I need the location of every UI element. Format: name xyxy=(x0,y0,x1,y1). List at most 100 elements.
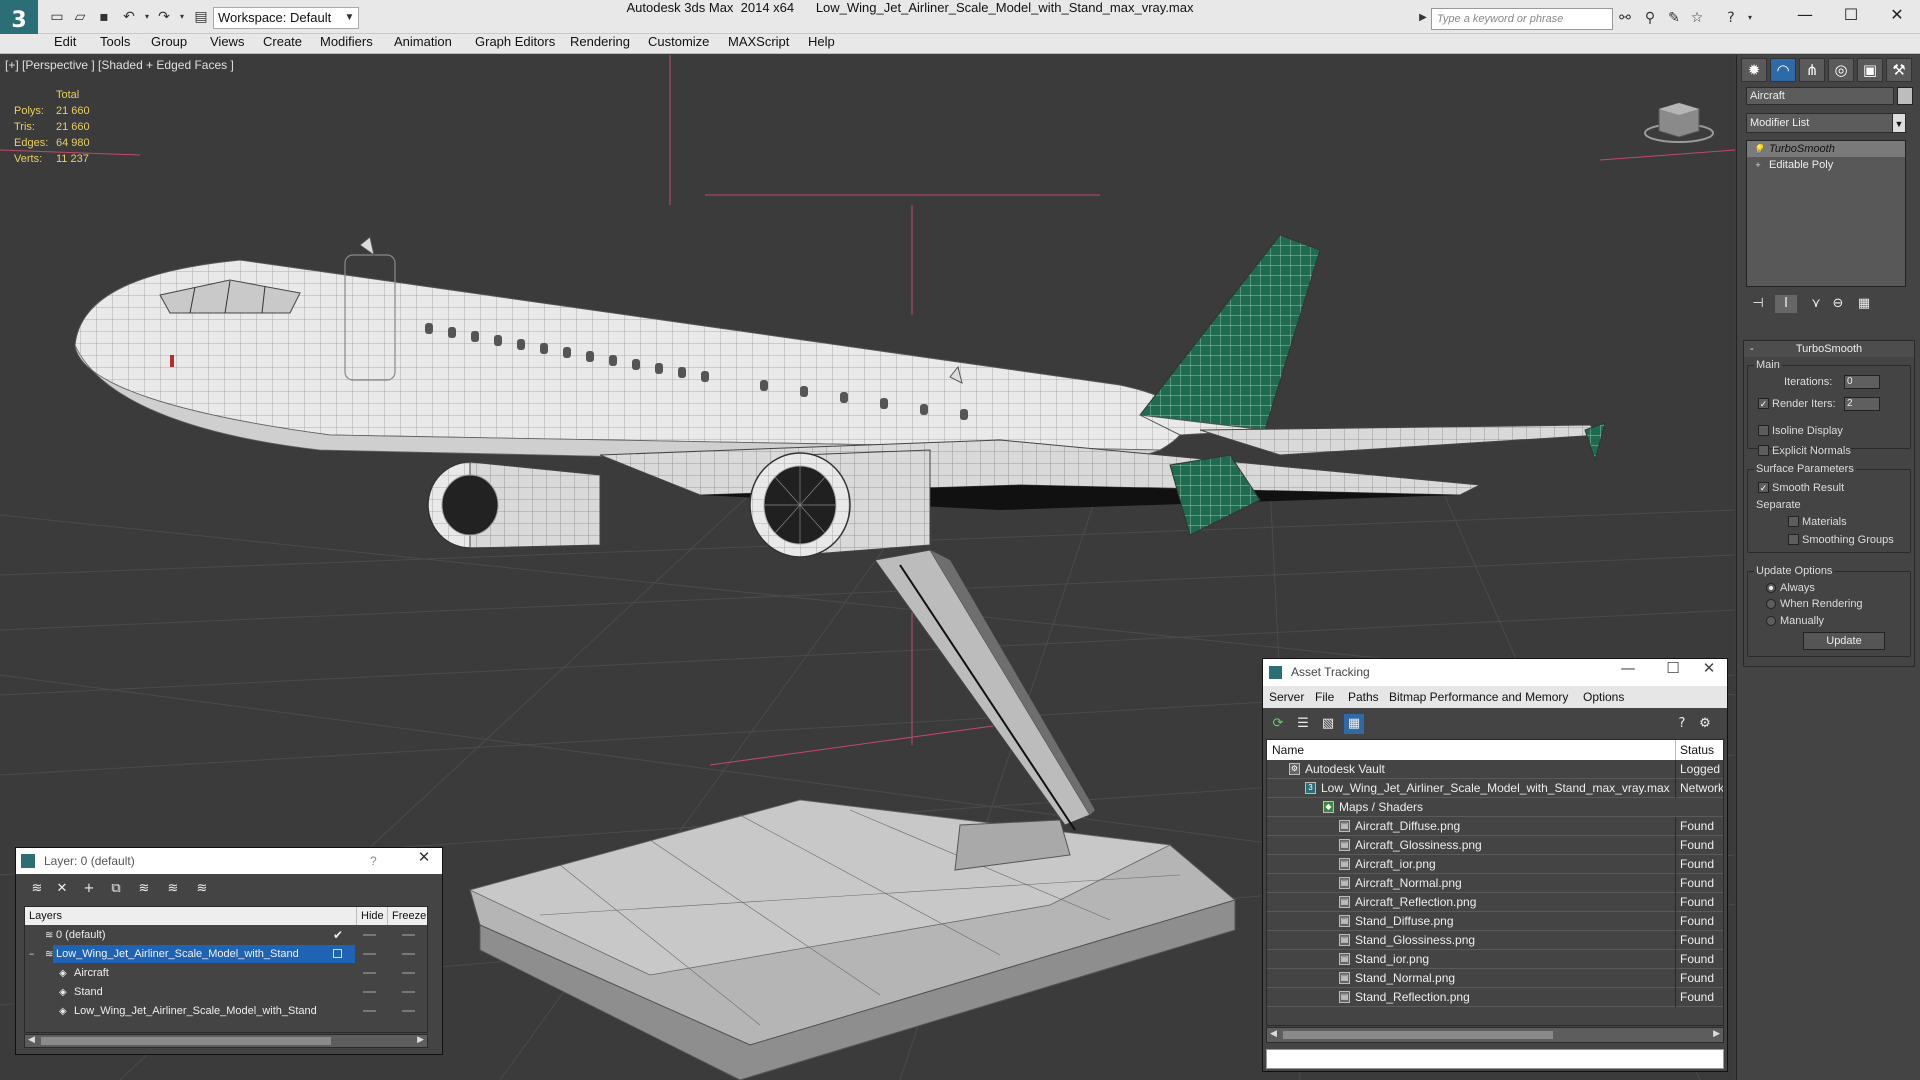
minimize-icon[interactable]: — xyxy=(1613,659,1643,677)
help-icon[interactable]: ? xyxy=(370,848,377,874)
freeze-toggle[interactable] xyxy=(402,953,415,955)
object-name-field[interactable]: Aircraft xyxy=(1746,87,1894,105)
subscription-key-icon[interactable]: ⚲ xyxy=(1641,9,1659,27)
scroll-right-icon[interactable]: ▶ xyxy=(1713,1028,1720,1039)
asset-row[interactable]: ▤ Stand_ior.png Found xyxy=(1267,950,1723,969)
menu-modifiers[interactable]: Modifiers xyxy=(320,34,373,54)
smoothing-groups-checkbox[interactable] xyxy=(1788,534,1799,545)
collapse-icon[interactable]: - xyxy=(1750,341,1754,357)
help-dropdown-icon[interactable]: ▾ xyxy=(1741,9,1759,27)
menu-graph-editors[interactable]: Graph Editors xyxy=(475,34,555,54)
freeze-toggle[interactable] xyxy=(402,972,415,974)
asset-row[interactable]: ▤ Aircraft_Glossiness.png Found xyxy=(1267,836,1723,855)
undo-dropdown-icon[interactable]: ▾ xyxy=(138,8,156,26)
freeze-toggle[interactable] xyxy=(402,1010,415,1012)
refresh-icon[interactable]: ⟳ xyxy=(1268,714,1288,734)
delete-layer-icon[interactable]: ✕ xyxy=(51,879,73,899)
stack-item-turbosmooth[interactable]: 💡 TurboSmooth xyxy=(1747,141,1905,157)
open-file-icon[interactable]: ▱ xyxy=(71,8,89,26)
new-file-icon[interactable]: ▭ xyxy=(48,8,66,26)
hide-toggle[interactable] xyxy=(363,934,376,936)
close-icon[interactable]: ✕ xyxy=(1694,659,1724,677)
project-folder-icon[interactable]: ▤ xyxy=(192,8,210,26)
hierarchy-tab-icon[interactable]: ⋔ xyxy=(1799,58,1825,82)
render-iters-checkbox[interactable]: ✓ xyxy=(1758,398,1769,409)
object-color-swatch[interactable] xyxy=(1897,87,1913,105)
asset-row[interactable]: ⚙ Autodesk Vault Logged O xyxy=(1267,760,1723,779)
menu-views[interactable]: Views xyxy=(210,34,244,54)
select-objects-icon[interactable]: ⧉ xyxy=(105,879,127,899)
isoline-checkbox[interactable] xyxy=(1758,425,1769,436)
menu-tools[interactable]: Tools xyxy=(100,34,130,54)
create-layer-icon[interactable]: ≋ xyxy=(26,879,48,899)
chevron-down-icon[interactable]: ▼ xyxy=(342,7,357,29)
asset-row[interactable]: ▤ Stand_Diffuse.png Found xyxy=(1267,912,1723,931)
active-layer-check-icon[interactable]: ✔ xyxy=(333,926,343,945)
close-icon[interactable]: ✕ xyxy=(412,848,436,866)
hide-toggle[interactable] xyxy=(363,991,376,993)
scroll-left-icon[interactable]: ◀ xyxy=(1270,1028,1277,1039)
thumbnail-view-icon[interactable]: ▧ xyxy=(1318,714,1338,734)
manually-radio[interactable] xyxy=(1766,616,1776,626)
hide-toggle[interactable] xyxy=(363,972,376,974)
menu-maxscript[interactable]: MAXScript xyxy=(728,34,789,54)
menu-help[interactable]: Help xyxy=(808,34,835,54)
asset-row[interactable]: ▤ Aircraft_Diffuse.png Found xyxy=(1267,817,1723,836)
layer-window-titlebar[interactable]: Layer: 0 (default) ? ✕ xyxy=(16,848,442,874)
asset-window-titlebar[interactable]: Asset Tracking — ☐ ✕ xyxy=(1263,659,1727,686)
redo-icon[interactable]: ↷ xyxy=(155,8,173,26)
display-tab-icon[interactable]: ▣ xyxy=(1857,58,1883,82)
scrollbar-thumb[interactable] xyxy=(1283,1031,1553,1039)
configure-modifier-sets-icon[interactable]: ▦ xyxy=(1853,295,1875,313)
column-hide[interactable]: Hide xyxy=(356,907,384,925)
viewcube-icon[interactable] xyxy=(1643,95,1715,145)
menu-server[interactable]: Server xyxy=(1269,686,1304,708)
menu-create[interactable]: Create xyxy=(263,34,302,54)
freeze-toggle[interactable] xyxy=(402,991,415,993)
save-file-icon[interactable]: ▪ xyxy=(95,8,113,26)
modifier-list-dropdown[interactable]: Modifier List xyxy=(1746,113,1906,133)
redo-dropdown-icon[interactable]: ▾ xyxy=(173,8,191,26)
close-icon[interactable]: ✕ xyxy=(1874,0,1920,32)
materials-checkbox[interactable] xyxy=(1788,516,1799,527)
hide-all-layers-icon[interactable]: ≋ xyxy=(162,879,184,899)
smooth-result-checkbox[interactable]: ✓ xyxy=(1758,482,1769,493)
chevron-down-icon[interactable]: ▼ xyxy=(1892,113,1906,133)
make-unique-icon[interactable]: ⋎ xyxy=(1805,295,1827,313)
set-active-box[interactable] xyxy=(333,949,342,958)
layer-object-row[interactable]: ◈ Stand xyxy=(25,983,427,1002)
expand-minus-icon[interactable]: − xyxy=(29,945,34,964)
menu-edit[interactable]: Edit xyxy=(54,34,76,54)
layer-object-row[interactable]: ◈ Aircraft xyxy=(25,964,427,983)
column-layers[interactable]: Layers xyxy=(29,907,62,925)
menu-bitmap-performance[interactable]: Bitmap Performance and Memory xyxy=(1389,686,1568,708)
stack-item-editable-poly[interactable]: + Editable Poly xyxy=(1747,157,1905,173)
utilities-tab-icon[interactable]: ⚒ xyxy=(1886,58,1912,82)
add-to-layer-icon[interactable]: + xyxy=(78,879,100,899)
menu-paths[interactable]: Paths xyxy=(1348,686,1379,708)
freeze-toggle[interactable] xyxy=(402,934,415,936)
layer-object-row[interactable]: ◈ Low_Wing_Jet_Airliner_Scale_Model_with… xyxy=(25,1002,427,1021)
asset-row[interactable]: ▤ Stand_Normal.png Found xyxy=(1267,969,1723,988)
layer-row[interactable]: ≋ 0 (default) ✔ xyxy=(25,926,427,945)
menu-group[interactable]: Group xyxy=(151,34,187,54)
maximize-icon[interactable]: ☐ xyxy=(1658,659,1688,677)
search-input[interactable]: Type a keyword or phrase xyxy=(1431,8,1613,30)
iterations-spinner[interactable]: 0 xyxy=(1844,375,1880,389)
asset-row[interactable]: ▤ Aircraft_Normal.png Found xyxy=(1267,874,1723,893)
scroll-right-icon[interactable]: ▶ xyxy=(417,1034,424,1045)
menu-file[interactable]: File xyxy=(1315,686,1334,708)
asset-row[interactable]: ▤ Aircraft_Reflection.png Found xyxy=(1267,893,1723,912)
settings-icon[interactable]: ⚙ xyxy=(1695,714,1715,734)
rollout-title[interactable]: TurboSmooth xyxy=(1744,341,1914,357)
binoculars-icon[interactable]: ⚯ xyxy=(1616,9,1634,27)
menu-animation[interactable]: Animation xyxy=(394,34,452,54)
menu-rendering[interactable]: Rendering xyxy=(570,34,630,54)
workspace-select[interactable]: Workspace: Default xyxy=(213,7,359,29)
menu-options[interactable]: Options xyxy=(1583,686,1624,708)
horizontal-scrollbar[interactable]: ◀ ▶ xyxy=(24,1034,428,1048)
when-rendering-radio[interactable] xyxy=(1766,599,1776,609)
table-view-icon[interactable]: ▦ xyxy=(1344,714,1364,734)
remove-modifier-icon[interactable]: ⊖ xyxy=(1827,295,1849,313)
expand-search-icon[interactable]: ▶ xyxy=(1414,9,1432,27)
